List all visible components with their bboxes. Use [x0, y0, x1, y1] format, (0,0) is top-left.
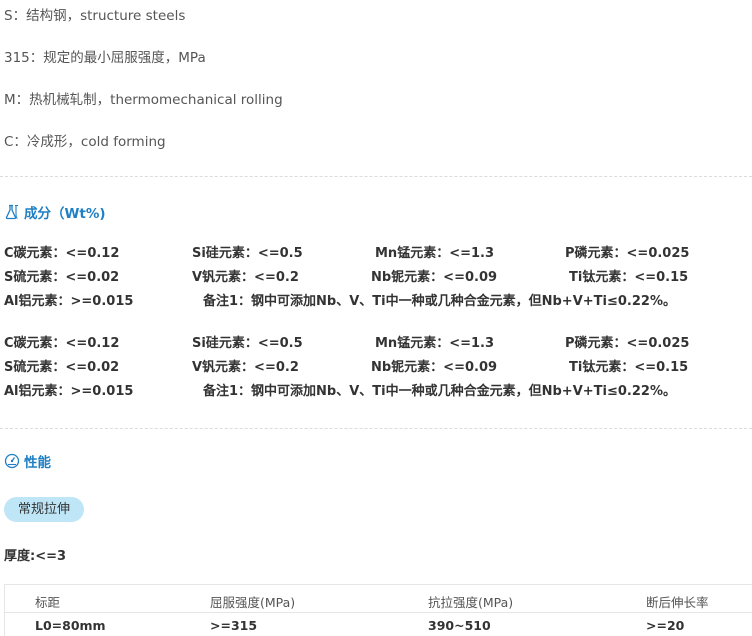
element-manganese: Mn锰元素：<=1.3: [375, 336, 495, 351]
element-niobium: Nb铌元素：<=0.09: [371, 270, 498, 285]
table-row-divider: [5, 612, 752, 613]
composition-heading: 成分（Wt%): [4, 202, 106, 222]
gauge-icon: [4, 453, 20, 469]
element-sulfur: S硫元素：<=0.02: [4, 270, 120, 285]
element-manganese: Mn锰元素：<=1.3: [375, 246, 495, 261]
description-line: 315：规定的最小屈服强度，MPa: [4, 50, 206, 66]
element-niobium: Nb铌元素：<=0.09: [371, 360, 498, 375]
performance-title: 性能: [24, 455, 51, 471]
header-yield-strength: 屈服强度(MPa): [210, 595, 296, 610]
cell-elongation: >=20: [646, 618, 685, 633]
description-line: M：热机械轧制，thermomechanical rolling: [4, 92, 283, 108]
element-phosphorus: P磷元素：<=0.025: [565, 246, 690, 261]
element-titanium: Ti钛元素：<=0.15: [569, 360, 689, 375]
cell-yield-strength: >=315: [210, 618, 258, 633]
header-gauge-length: 标距: [35, 595, 61, 610]
composition-title: 成分（Wt%): [24, 206, 106, 222]
thickness-label: 厚度:<=3: [4, 549, 67, 564]
header-elongation: 断后伸长率: [646, 595, 709, 610]
element-aluminum: Al铝元素：>=0.015: [4, 384, 134, 399]
cell-tensile-strength: 390~510: [428, 618, 491, 633]
flask-icon: [5, 204, 18, 220]
section-divider: [0, 176, 752, 177]
element-silicon: Si硅元素：<=0.5: [192, 246, 303, 261]
element-vanadium: V钒元素：<=0.2: [192, 360, 299, 375]
composition-note: 备注1：钢中可添加Nb、V、Ti中一种或几种合金元素，但Nb+V+Ti≤0.22…: [203, 294, 676, 309]
element-vanadium: V钒元素：<=0.2: [192, 270, 299, 285]
tab-conventional-tensile[interactable]: 常规拉伸: [4, 497, 85, 522]
performance-heading: 性能: [4, 451, 51, 471]
element-silicon: Si硅元素：<=0.5: [192, 336, 303, 351]
element-sulfur: S硫元素：<=0.02: [4, 360, 120, 375]
description-line: C：冷成形，cold forming: [4, 134, 166, 150]
element-carbon: C碳元素：<=0.12: [4, 246, 120, 261]
description-line: S：结构钢，structure steels: [4, 8, 186, 24]
header-tensile-strength: 抗拉强度(MPa): [428, 595, 514, 610]
element-phosphorus: P磷元素：<=0.025: [565, 336, 690, 351]
properties-table: 标距 屈服强度(MPa) 抗拉强度(MPa) 断后伸长率 L0=80mm >=3…: [4, 584, 752, 636]
composition-note: 备注1：钢中可添加Nb、V、Ti中一种或几种合金元素，但Nb+V+Ti≤0.22…: [203, 384, 676, 399]
cell-gauge-length: L0=80mm: [35, 618, 106, 633]
element-titanium: Ti钛元素：<=0.15: [569, 270, 689, 285]
element-carbon: C碳元素：<=0.12: [4, 336, 120, 351]
section-divider: [0, 428, 752, 429]
element-aluminum: Al铝元素：>=0.015: [4, 294, 134, 309]
